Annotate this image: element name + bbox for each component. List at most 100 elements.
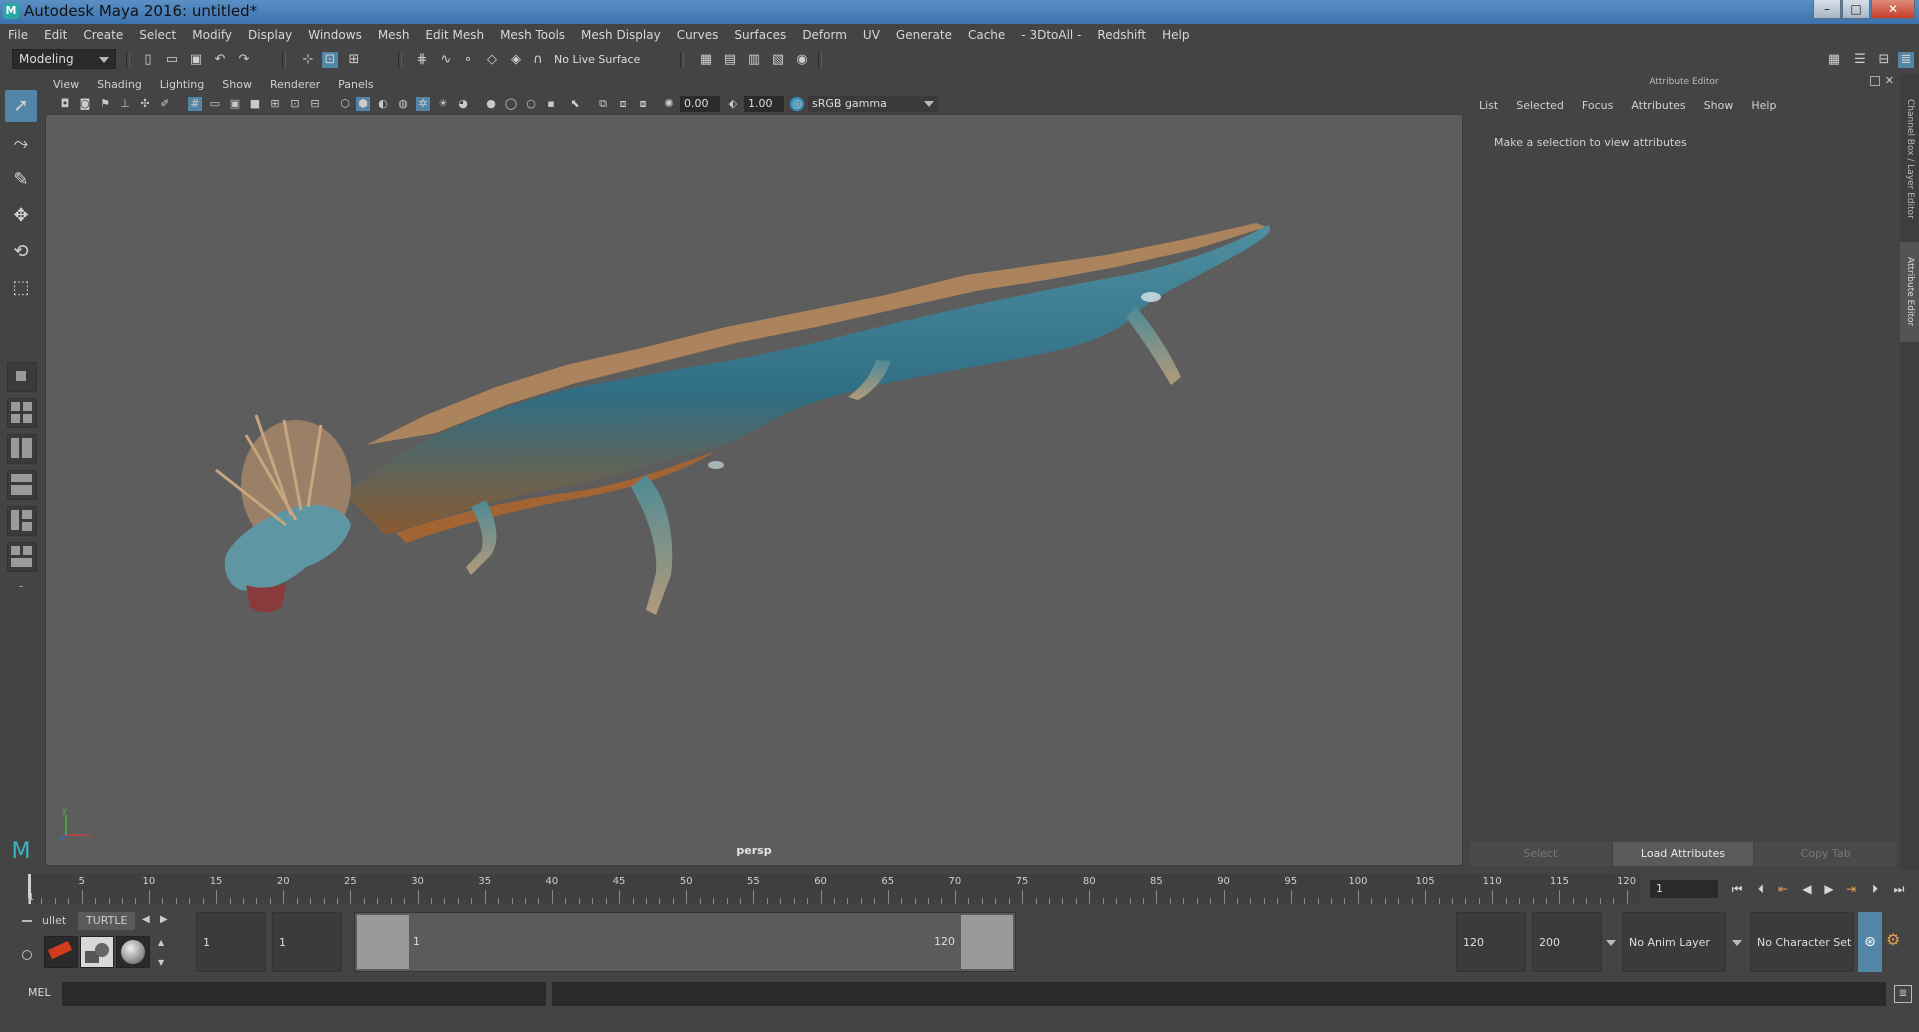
safe-action-icon[interactable]: ⊡ — [288, 97, 302, 111]
grid-icon[interactable]: # — [188, 97, 202, 111]
exposure-icon[interactable]: ✺ — [662, 97, 676, 111]
viewport-menu-view[interactable]: View — [44, 78, 88, 91]
resolution-gate-icon[interactable]: ▣ — [228, 97, 242, 111]
2d-pan-zoom-icon[interactable]: ✣ — [138, 97, 152, 111]
render-settings-icon[interactable]: ▧ — [770, 52, 786, 68]
play-backwards-icon[interactable]: ◀ — [1798, 880, 1816, 898]
minimize-button[interactable]: – — [1813, 0, 1841, 19]
snap-point-icon[interactable]: ∘ — [460, 52, 476, 68]
step-forward-key-icon[interactable]: ⇥ — [1842, 880, 1860, 898]
safe-title-icon[interactable]: ⊟ — [308, 97, 322, 111]
hypershade-layout-icon[interactable] — [7, 506, 37, 536]
isolate-select-icon[interactable]: ⬉ — [568, 97, 582, 111]
anim-layer-selector[interactable]: No Anim Layer — [1622, 912, 1726, 972]
screen-space-ao-icon[interactable]: ◕ — [456, 97, 470, 111]
perspective-viewport[interactable]: x y persp — [45, 114, 1463, 866]
gamma-field[interactable]: 1.00 — [744, 96, 784, 112]
copy-tab-button[interactable]: Copy Tab — [1755, 842, 1897, 866]
shelf-scroll-right-icon[interactable]: ▶ — [160, 914, 168, 925]
persp-outliner-layout-icon[interactable] — [7, 434, 37, 464]
go-to-end-icon[interactable]: ⏭ — [1890, 880, 1908, 898]
film-gate-icon[interactable]: ▭ — [208, 97, 222, 111]
turtle-baking-icon[interactable] — [80, 936, 114, 968]
collapse-icon[interactable] — [7, 578, 35, 596]
ae-menu-help[interactable]: Help — [1742, 99, 1785, 112]
move-tool-icon[interactable]: ✥ — [5, 200, 37, 232]
motion-blur-icon[interactable]: ● — [484, 97, 498, 111]
tab-channel-box[interactable]: Channel Box / Layer Editor — [1900, 84, 1919, 234]
image-plane-icon[interactable]: ⊥ — [118, 97, 132, 111]
menu-curves[interactable]: Curves — [669, 28, 727, 42]
magnet-icon[interactable]: ∩ — [530, 52, 546, 68]
select-button[interactable]: Select — [1470, 842, 1611, 866]
open-scene-icon[interactable]: ▭ — [164, 52, 180, 68]
animation-preferences-icon[interactable]: ⚙ — [1886, 930, 1900, 949]
range-start-handle[interactable] — [357, 915, 409, 969]
shelf-tab-bullet[interactable]: ullet — [34, 912, 74, 930]
menu-display[interactable]: Display — [240, 28, 300, 42]
float-panel-icon[interactable] — [1870, 76, 1880, 86]
gate-mask-icon[interactable]: ■ — [248, 97, 262, 111]
shelf-down-icon[interactable]: ▼ — [158, 958, 164, 967]
wireframe-on-shaded-icon[interactable]: ◐ — [376, 97, 390, 111]
character-set-selector[interactable]: No Character Set — [1750, 912, 1854, 972]
select-hierarchy-icon[interactable]: ⊹ — [300, 52, 316, 68]
tab-attribute-editor[interactable]: Attribute Editor — [1900, 242, 1919, 342]
undo-icon[interactable]: ↶ — [212, 52, 228, 68]
time-ruler[interactable]: 1 5 10 15 20 25 30 35 40 45 50 55 60 65 70 75 80 85 90 95 1… — [28, 874, 1640, 904]
viewport-menu-shading[interactable]: Shading — [88, 78, 151, 91]
persp-relationship-layout-icon[interactable] — [7, 542, 37, 572]
tool-settings-icon[interactable]: ⊟ — [1876, 52, 1892, 68]
single-perspective-layout-icon[interactable] — [7, 362, 37, 392]
select-object-icon[interactable]: ⊡ — [322, 52, 338, 68]
dragon-model[interactable] — [46, 115, 1463, 866]
ae-menu-show[interactable]: Show — [1695, 99, 1743, 112]
field-chart-icon[interactable]: ⊞ — [268, 97, 282, 111]
menu-edit-mesh[interactable]: Edit Mesh — [417, 28, 492, 42]
ae-menu-selected[interactable]: Selected — [1507, 99, 1573, 112]
xray-active-components-icon[interactable]: ⧈ — [616, 97, 630, 111]
grease-pencil-icon[interactable]: ✐ — [158, 97, 172, 111]
viewport-menu-panels[interactable]: Panels — [329, 78, 382, 91]
ae-menu-focus[interactable]: Focus — [1573, 99, 1622, 112]
ae-menu-list[interactable]: List — [1470, 99, 1507, 112]
modeling-toolkit-icon[interactable]: ▦ — [1826, 52, 1842, 68]
viewport-menu-renderer[interactable]: Renderer — [261, 78, 329, 91]
save-scene-icon[interactable]: ▣ — [188, 52, 204, 68]
use-all-lights-icon[interactable]: ✲ — [416, 97, 430, 111]
menu-generate[interactable]: Generate — [888, 28, 960, 42]
range-end-handle[interactable] — [961, 915, 1013, 969]
wireframe-icon[interactable]: ⬡ — [338, 97, 352, 111]
script-editor-icon[interactable]: ≣ — [1894, 985, 1912, 1003]
close-button[interactable]: ✕ — [1871, 0, 1915, 19]
play-forwards-icon[interactable]: ▶ — [1820, 880, 1838, 898]
menu-mesh-tools[interactable]: Mesh Tools — [492, 28, 573, 42]
step-back-frame-icon[interactable]: ⏴ — [1752, 880, 1770, 898]
menu-mesh[interactable]: Mesh — [370, 28, 418, 42]
animation-end-field[interactable]: 200 — [1532, 912, 1602, 972]
command-input[interactable] — [62, 982, 546, 1006]
shelf-tab-turtle[interactable]: TURTLE — [78, 912, 136, 930]
maximize-button[interactable]: □ — [1842, 0, 1870, 19]
render-view-icon[interactable]: ▦ — [698, 52, 714, 68]
xray-joints-icon[interactable]: ⧉ — [596, 97, 610, 111]
menu-3dtoall[interactable]: - 3DtoAll - — [1013, 28, 1089, 42]
menu-create[interactable]: Create — [75, 28, 131, 42]
scale-tool-icon[interactable]: ⬚ — [5, 272, 37, 304]
lasso-tool-icon[interactable]: ⤳ — [5, 128, 37, 160]
menu-edit[interactable]: Edit — [36, 28, 75, 42]
script-language-label[interactable]: MEL — [28, 986, 51, 999]
shadows-icon[interactable]: ☀ — [436, 97, 450, 111]
depth-of-field-icon[interactable]: ○ — [524, 97, 538, 111]
auto-key-icon[interactable]: ⊛ — [1858, 912, 1882, 972]
hypershade-icon[interactable]: ◉ — [794, 52, 810, 68]
view-transform-dropdown[interactable]: sRGB gamma — [808, 96, 938, 112]
menu-select[interactable]: Select — [131, 28, 184, 42]
turtle-sphere-icon[interactable] — [116, 936, 150, 968]
close-panel-icon[interactable]: ✕ — [1885, 74, 1894, 87]
bookmark-icon[interactable]: ⚑ — [98, 97, 112, 111]
color-management-icon[interactable]: ◎ — [790, 97, 804, 111]
viewport-menu-show[interactable]: Show — [213, 78, 261, 91]
snap-curve-icon[interactable]: ∿ — [438, 52, 454, 68]
rotate-tool-icon[interactable]: ⟲ — [5, 236, 37, 268]
